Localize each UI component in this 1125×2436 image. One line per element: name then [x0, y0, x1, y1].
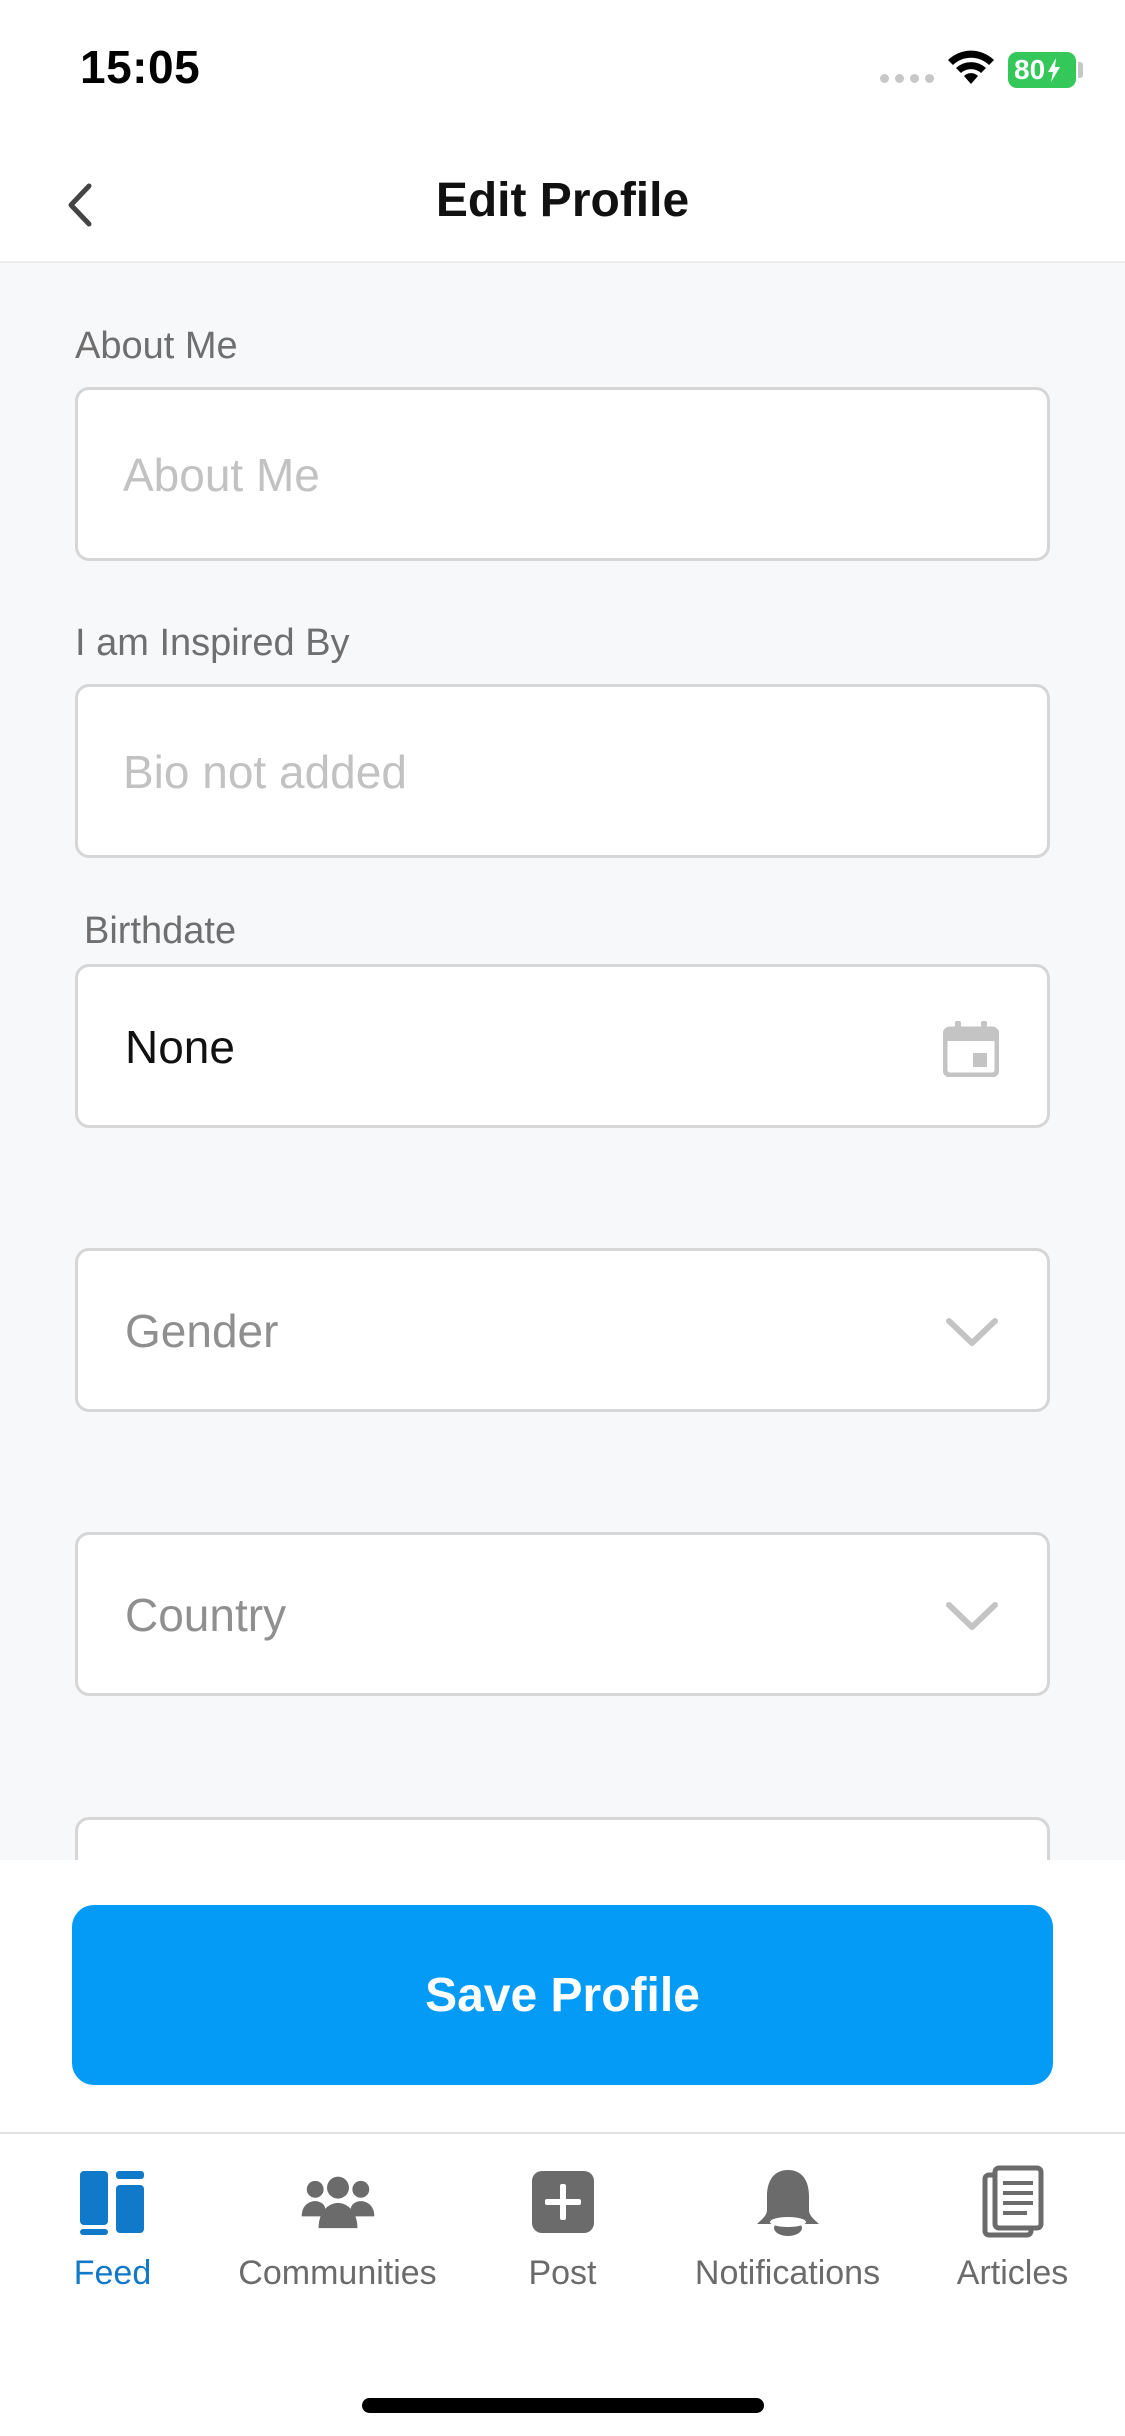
plus-square-icon [525, 2164, 601, 2240]
charging-bolt-icon [1048, 58, 1061, 82]
tab-notifications-label: Notifications [694, 2254, 881, 2292]
profile-form: About Me About Me I am Inspired By Bio n… [0, 263, 1125, 1860]
about-me-label: About Me [75, 325, 238, 367]
inspired-by-field[interactable]: Bio not added [75, 684, 1050, 858]
country-select[interactable]: Country [75, 1532, 1050, 1696]
save-area: Save Profile [0, 1860, 1125, 2132]
tab-feed-label: Feed [73, 2254, 152, 2292]
gender-placeholder: Gender [125, 1305, 279, 1357]
tab-bar: Feed Communities Post Notifications Arti… [0, 2132, 1125, 2436]
page-title: Edit Profile [435, 174, 690, 227]
tab-articles-label: Articles [956, 2254, 1069, 2292]
home-indicator [362, 2398, 764, 2413]
about-me-placeholder: About Me [123, 449, 320, 501]
status-bar: 15:05 80 [0, 0, 1125, 135]
status-time: 15:05 [80, 41, 201, 93]
birthdate-label: Birthdate [84, 910, 237, 952]
save-profile-button[interactable]: Save Profile [72, 1905, 1053, 2085]
battery-cap [1078, 62, 1083, 78]
tab-feed[interactable]: Feed [0, 2164, 225, 2314]
wifi-icon [948, 50, 994, 84]
gender-select[interactable]: Gender [75, 1248, 1050, 1412]
birthdate-field[interactable]: None [75, 964, 1050, 1128]
inspired-by-placeholder: Bio not added [123, 746, 407, 798]
battery-icon: 80 [1008, 52, 1076, 88]
tab-communities[interactable]: Communities [225, 2164, 450, 2314]
document-icon [975, 2164, 1051, 2240]
people-icon [300, 2164, 376, 2240]
tab-post-label: Post [528, 2254, 597, 2292]
nav-header: Edit Profile [0, 135, 1125, 263]
tab-notifications[interactable]: Notifications [675, 2164, 900, 2314]
chevron-down-icon [946, 1318, 998, 1346]
calendar-icon[interactable] [943, 1021, 999, 1077]
chevron-down-icon [946, 1602, 998, 1630]
feed-icon [75, 2164, 151, 2240]
bell-icon [750, 2164, 826, 2240]
next-field-partial[interactable] [75, 1817, 1050, 1860]
country-placeholder: Country [125, 1589, 287, 1641]
inspired-by-label: I am Inspired By [75, 622, 350, 664]
birthdate-value: None [125, 1021, 235, 1073]
tab-articles[interactable]: Articles [900, 2164, 1125, 2314]
tab-post[interactable]: Post [450, 2164, 675, 2314]
tab-communities-label: Communities [238, 2254, 437, 2292]
cellular-signal-icon [880, 74, 934, 83]
battery-level: 80 [1014, 54, 1046, 85]
about-me-field[interactable]: About Me [75, 387, 1050, 561]
